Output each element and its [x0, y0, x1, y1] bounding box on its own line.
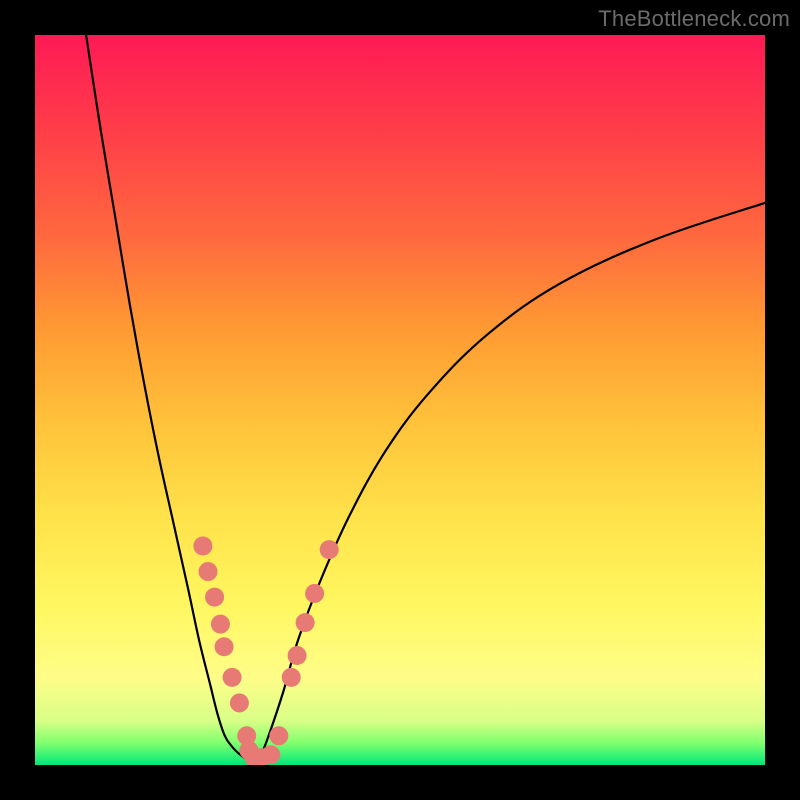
chart-svg: [35, 35, 765, 765]
chart-frame: TheBottleneck.com: [0, 0, 800, 800]
dots-group: [193, 537, 338, 766]
data-dot: [282, 668, 301, 687]
data-dot: [211, 615, 230, 634]
data-dot: [305, 584, 324, 603]
curves-group: [86, 35, 765, 762]
data-dot: [230, 693, 249, 712]
data-dot: [205, 588, 224, 607]
data-dot: [269, 726, 288, 745]
data-dot: [320, 540, 339, 559]
data-dot: [261, 745, 280, 764]
curve-right-curve: [254, 203, 765, 762]
data-dot: [223, 668, 242, 687]
watermark-text: TheBottleneck.com: [598, 6, 790, 32]
data-dot: [199, 562, 218, 581]
data-dot: [193, 537, 212, 556]
data-dot: [288, 646, 307, 665]
plot-area: [35, 35, 765, 765]
data-dot: [215, 637, 234, 656]
data-dot: [296, 613, 315, 632]
